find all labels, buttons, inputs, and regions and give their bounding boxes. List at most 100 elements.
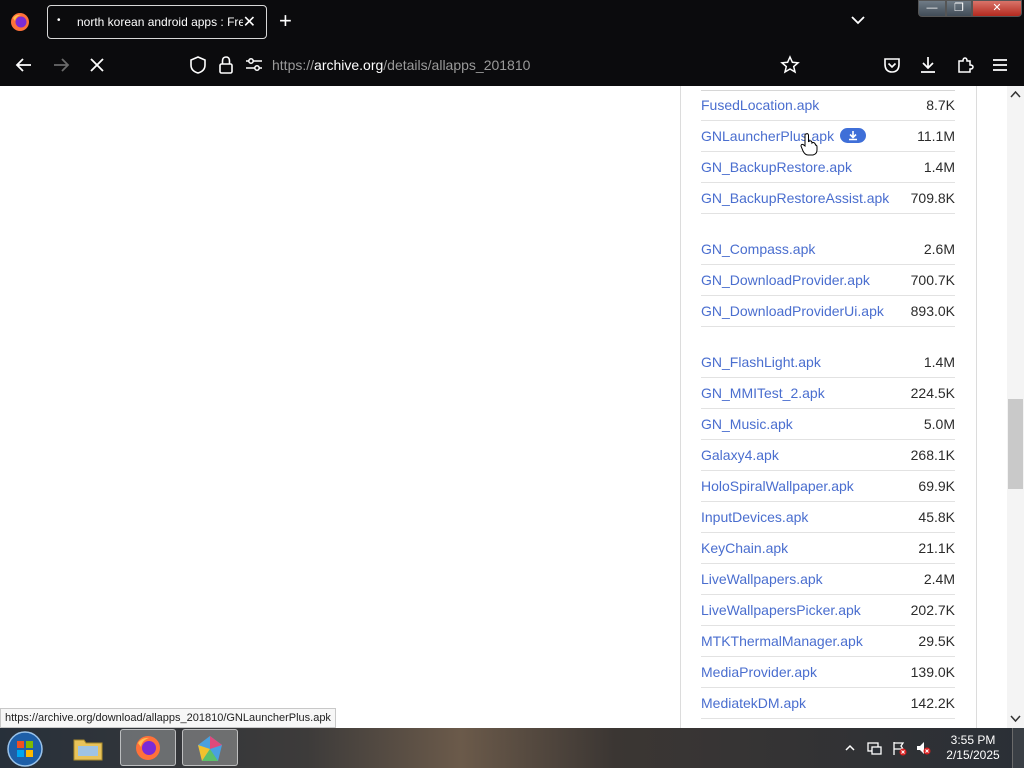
app-icon: [198, 736, 222, 761]
taskbar-app[interactable]: [182, 729, 238, 766]
link-status-tooltip: https://archive.org/download/allapps_201…: [0, 708, 336, 728]
file-row: MediatekDM.apk 142.2K: [701, 689, 955, 719]
file-size: 2.4M: [923, 571, 955, 587]
file-row: Galaxy4.apk 268.1K: [701, 441, 955, 471]
shield-icon[interactable]: [189, 55, 207, 75]
address-bar[interactable]: https://archive.org/details/allapps_2018…: [184, 50, 809, 80]
pocket-icon[interactable]: [882, 55, 902, 75]
scrollbar-thumb[interactable]: [1008, 399, 1023, 489]
back-icon[interactable]: [14, 55, 34, 75]
menu-hamburger-icon[interactable]: [990, 55, 1010, 75]
file-row: MTKThermalManager.apk 29.5K: [701, 627, 955, 657]
file-size: 1.4M: [923, 354, 955, 370]
file-name-link[interactable]: LiveWallpapersPicker.apk: [701, 602, 861, 618]
scroll-up-icon[interactable]: [1010, 90, 1021, 98]
file-row: GN_MMITest_2.apk 224.5K: [701, 379, 955, 409]
file-name-link[interactable]: GN_Compass.apk: [701, 241, 815, 257]
file-name-link[interactable]: GN_BackupRestore.apk: [701, 159, 852, 175]
file-name-link[interactable]: GN_Music.apk: [701, 416, 793, 432]
file-name-link[interactable]: GN_DownloadProviderUi.apk: [701, 303, 884, 319]
tab-bar: • north korean android apps : Fre ✕ + — …: [0, 0, 1024, 44]
file-size: 8.7K: [926, 97, 955, 113]
clock-time: 3:55 PM: [950, 733, 996, 747]
extensions-icon[interactable]: [955, 55, 975, 75]
tab-active[interactable]: • north korean android apps : Fre ✕: [47, 5, 267, 39]
file-size: 202.7K: [910, 602, 955, 618]
taskbar: 3:55 PM 2/15/2025: [0, 728, 1024, 768]
file-row: KeyChain.apk 21.1K: [701, 534, 955, 564]
file-size: 69.9K: [918, 478, 955, 494]
file-size: 700.7K: [910, 272, 955, 288]
file-size: 2.6M: [923, 241, 955, 257]
url-prefix: https://: [272, 57, 315, 73]
start-button-icon[interactable]: [6, 730, 44, 768]
file-name-link[interactable]: GN_DownloadProvider.apk: [701, 272, 870, 288]
file-row: FusedLocation.apk 8.7K: [701, 91, 955, 121]
file-size: 29.5K: [918, 633, 955, 649]
site-permissions-icon[interactable]: [245, 57, 263, 73]
hand-cursor-icon: [800, 133, 818, 156]
minimize-button[interactable]: —: [918, 0, 946, 17]
list-all-tabs-icon[interactable]: [850, 12, 866, 28]
file-size: 45.8K: [918, 509, 955, 525]
file-row: GN_FlashLight.apk 1.4M: [701, 348, 955, 378]
lock-icon[interactable]: [218, 55, 234, 75]
bookmark-star-icon[interactable]: [780, 55, 800, 75]
file-name-link[interactable]: GN_MMITest_2.apk: [701, 385, 825, 401]
file-name-link[interactable]: Galaxy4.apk: [701, 447, 779, 463]
file-name-link[interactable]: HoloSpiralWallpaper.apk: [701, 478, 854, 494]
file-row: GN_Music.apk 5.0M: [701, 410, 955, 440]
file-name-link[interactable]: GN_BackupRestoreAssist.apk: [701, 190, 889, 206]
url-domain: archive.org: [314, 57, 384, 73]
tab-title: north korean android apps : Fre: [77, 15, 243, 29]
file-row: LiveWallpapersPicker.apk 202.7K: [701, 596, 955, 626]
download-badge-icon[interactable]: [840, 128, 866, 143]
window-controls: — ❐ ✕: [918, 0, 1022, 18]
maximize-button[interactable]: ❐: [946, 0, 972, 17]
navigation-bar: https://archive.org/details/allapps_2018…: [0, 44, 1024, 86]
file-name-link[interactable]: MediatekDM.apk: [701, 695, 806, 711]
tab-loading-dot: •: [57, 15, 61, 26]
system-clock[interactable]: 3:55 PM 2/15/2025: [940, 733, 1006, 763]
file-size: 709.8K: [910, 190, 955, 206]
file-size: 893.0K: [910, 303, 955, 319]
url-text[interactable]: https://archive.org/details/allapps_2018…: [272, 57, 530, 73]
file-row: GN_BackupRestoreAssist.apk 709.8K: [701, 184, 955, 214]
show-hidden-icons-icon[interactable]: [844, 742, 856, 754]
scroll-down-icon[interactable]: [1010, 715, 1021, 723]
file-name-link[interactable]: KeyChain.apk: [701, 540, 788, 556]
file-size: 224.5K: [910, 385, 955, 401]
forward-icon[interactable]: [51, 55, 71, 75]
folder-icon: [73, 739, 103, 761]
file-row: HoloSpiralWallpaper.apk 69.9K: [701, 472, 955, 502]
file-size: 142.2K: [910, 695, 955, 711]
firefox-logo-icon[interactable]: [10, 12, 30, 32]
firefox-icon: [136, 736, 160, 760]
file-row: MediaProvider.apk 139.0K: [701, 658, 955, 688]
taskbar-firefox[interactable]: [120, 729, 176, 766]
file-name-link[interactable]: FusedLocation.apk: [701, 97, 819, 113]
file-row: GNLauncherPlus.apk 11.1M: [701, 122, 955, 152]
file-row: GN_DownloadProvider.apk 700.7K: [701, 266, 955, 296]
stop-loading-icon[interactable]: [87, 55, 107, 75]
show-desktop-button[interactable]: [1012, 728, 1024, 768]
file-name-link[interactable]: MTKThermalManager.apk: [701, 633, 863, 649]
page-scrollbar[interactable]: [1007, 86, 1024, 728]
action-center-flag-icon[interactable]: [891, 740, 907, 756]
volume-muted-icon[interactable]: [915, 740, 931, 756]
file-size: 21.1K: [918, 540, 955, 556]
downloads-icon[interactable]: [918, 55, 938, 75]
file-size: 139.0K: [910, 664, 955, 680]
new-tab-button[interactable]: +: [279, 8, 292, 34]
file-name-link[interactable]: GN_FlashLight.apk: [701, 354, 821, 370]
file-name-link[interactable]: MediaProvider.apk: [701, 664, 817, 680]
network-icon[interactable]: [866, 740, 882, 756]
file-name-link[interactable]: InputDevices.apk: [701, 509, 808, 525]
file-list: FusedLocation.apk 8.7K GNLauncherPlus.apk 1…: [680, 86, 977, 728]
tab-close-icon[interactable]: ✕: [243, 12, 256, 32]
taskbar-file-explorer[interactable]: [60, 729, 116, 766]
close-window-button[interactable]: ✕: [972, 0, 1022, 17]
file-row: GN_BackupRestore.apk 1.4M: [701, 153, 955, 183]
file-size: 1.4M: [923, 159, 955, 175]
file-name-link[interactable]: LiveWallpapers.apk: [701, 571, 823, 587]
